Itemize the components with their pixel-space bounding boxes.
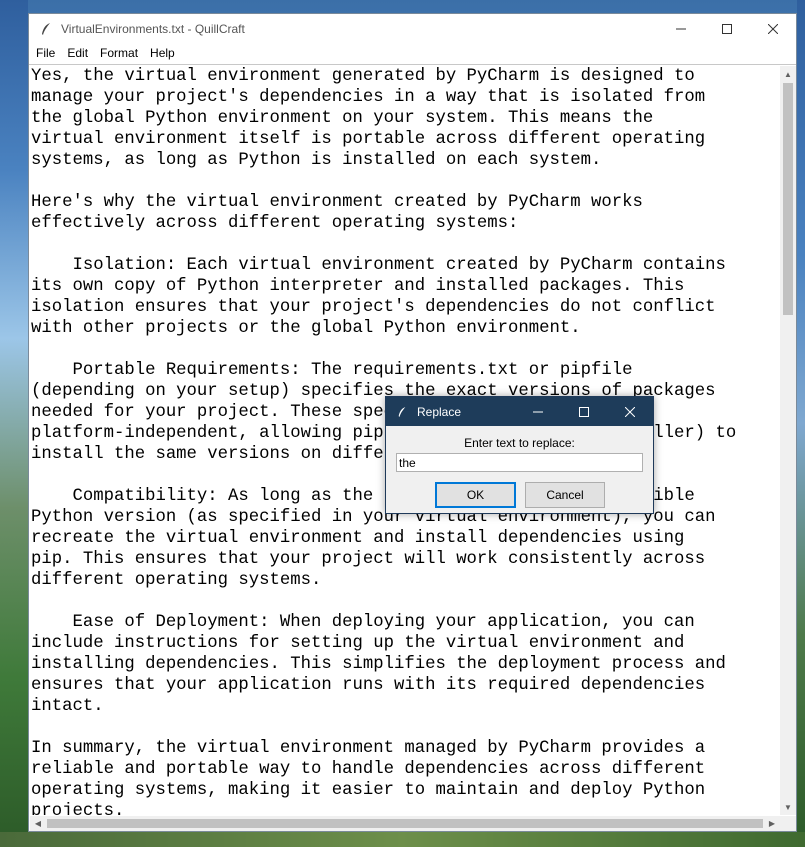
vertical-scrollbar[interactable]: ▲ ▼ xyxy=(780,66,796,815)
feather-icon xyxy=(38,21,54,37)
desktop-background-left xyxy=(0,0,28,847)
ok-button[interactable]: OK xyxy=(435,482,516,508)
maximize-icon xyxy=(579,406,589,417)
replace-dialog: Replace Enter text to replace: OK Cancel xyxy=(385,396,654,514)
close-button[interactable] xyxy=(750,14,796,43)
editor-line: Portable Requirements: The requirements.… xyxy=(31,361,633,380)
minimize-button[interactable] xyxy=(658,14,704,43)
editor-line: projects. xyxy=(31,802,125,815)
editor-line: isolation ensures that your project's de… xyxy=(31,298,716,317)
editor-line: reliable and portable way to handle depe… xyxy=(31,760,706,779)
close-icon xyxy=(625,406,635,417)
editor-line: operating systems, making it easier to m… xyxy=(31,781,706,800)
menu-edit[interactable]: Edit xyxy=(61,46,94,60)
desktop-background-bottom xyxy=(0,832,805,847)
dialog-title: Replace xyxy=(417,404,462,419)
desktop-background-right xyxy=(797,0,805,847)
editor-line: the global Python environment on your sy… xyxy=(31,109,654,128)
editor-line: In summary, the virtual environment mana… xyxy=(31,739,706,758)
editor-line: Isolation: Each virtual environment crea… xyxy=(31,256,726,275)
scrollbar-corner xyxy=(780,816,796,831)
horizontal-scroll-thumb[interactable] xyxy=(47,819,763,828)
menu-bar: File Edit Format Help xyxy=(29,43,796,63)
minimize-icon xyxy=(676,28,686,29)
minimize-icon xyxy=(533,411,543,412)
scroll-up-arrow-icon[interactable]: ▲ xyxy=(780,66,796,82)
editor-line: Ease of Deployment: When deploying your … xyxy=(31,613,695,632)
horizontal-scrollbar[interactable]: ◀ ▶ xyxy=(30,816,780,831)
replace-text-input[interactable] xyxy=(396,453,643,472)
editor-line: ensures that your application runs with … xyxy=(31,676,706,695)
dialog-minimize-button[interactable] xyxy=(515,397,561,426)
editor-line: Yes, the virtual environment generated b… xyxy=(31,67,695,86)
menu-help[interactable]: Help xyxy=(144,46,181,60)
window-title: VirtualEnvironments.txt - QuillCraft xyxy=(61,21,245,36)
scroll-left-arrow-icon[interactable]: ◀ xyxy=(30,816,46,831)
editor-line: with other projects or the global Python… xyxy=(31,319,581,338)
maximize-button[interactable] xyxy=(704,14,750,43)
editor-line: effectively across different operating s… xyxy=(31,214,519,233)
menu-file[interactable]: File xyxy=(29,46,61,60)
editor-line: recreate the virtual environment and ins… xyxy=(31,529,685,548)
editor-line: installing dependencies. This simplifies… xyxy=(31,655,726,674)
editor-line: different operating systems. xyxy=(31,571,322,590)
editor-line: its own copy of Python interpreter and i… xyxy=(31,277,685,296)
close-icon xyxy=(768,23,778,34)
maximize-icon xyxy=(722,23,732,34)
editor-line: intact. xyxy=(31,697,104,716)
editor-line: virtual environment itself is portable a… xyxy=(31,130,706,149)
editor-line: pip. This ensures that your project will… xyxy=(31,550,706,569)
editor-line: Here's why the virtual environment creat… xyxy=(31,193,643,212)
feather-icon xyxy=(395,405,409,419)
editor-line: systems, as long as Python is installed … xyxy=(31,151,602,170)
cancel-button[interactable]: Cancel xyxy=(525,482,605,508)
replace-prompt-label: Enter text to replace: xyxy=(464,436,575,450)
dialog-close-button[interactable] xyxy=(607,397,653,426)
editor-line: include instructions for setting up the … xyxy=(31,634,685,653)
menu-format[interactable]: Format xyxy=(94,46,144,60)
scroll-right-arrow-icon[interactable]: ▶ xyxy=(764,816,780,831)
dialog-title-bar[interactable]: Replace xyxy=(386,397,653,426)
scroll-down-arrow-icon[interactable]: ▼ xyxy=(780,799,796,815)
editor-line: manage your project's dependencies in a … xyxy=(31,88,706,107)
dialog-maximize-button[interactable] xyxy=(561,397,607,426)
vertical-scroll-thumb[interactable] xyxy=(783,83,793,315)
title-bar[interactable]: VirtualEnvironments.txt - QuillCraft xyxy=(29,14,796,43)
